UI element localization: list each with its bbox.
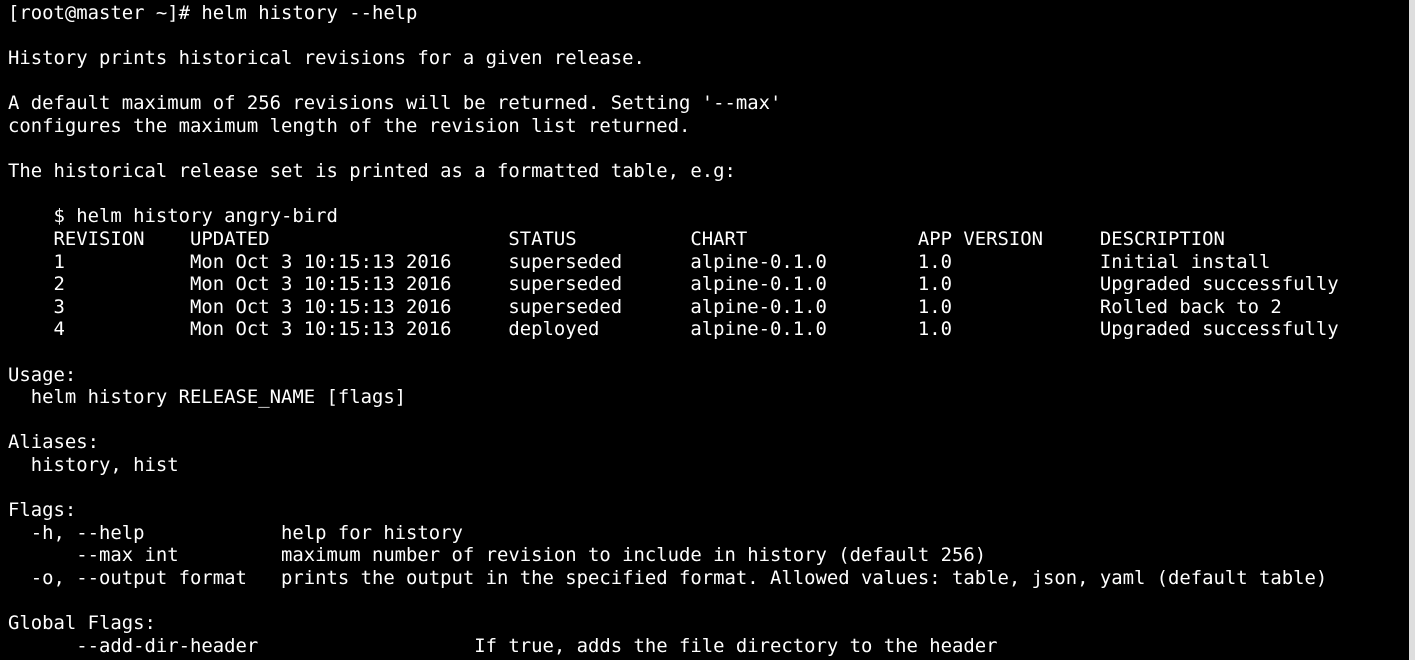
help-description-line: A default maximum of 256 revisions will … [8, 92, 782, 115]
help-description-line: The historical release set is printed as… [8, 160, 736, 183]
window-right-edge [1409, 0, 1415, 660]
example-table-row: 4 Mon Oct 3 10:15:13 2016 deployed alpin… [8, 318, 1339, 341]
flag-line: --max int maximum number of revision to … [8, 544, 987, 567]
flag-line: -h, --help help for history [8, 521, 463, 544]
flag-line: -o, --output format prints the output in… [8, 566, 1328, 589]
terminal-output[interactable]: [root@master ~]# helm history --help His… [8, 2, 1408, 658]
example-table-row: 1 Mon Oct 3 10:15:13 2016 superseded alp… [8, 250, 1271, 273]
usage-line: helm history RELEASE_NAME [flags] [8, 386, 407, 409]
example-command: $ helm history angry-bird [8, 205, 338, 228]
command-prompt-line: [root@master ~]# helm history --help [8, 2, 418, 24]
help-summary: History prints historical revisions for … [8, 47, 645, 70]
aliases-line: history, hist [8, 453, 179, 476]
section-heading-global-flags: Global Flags: [8, 612, 156, 635]
section-heading-flags: Flags: [8, 499, 77, 522]
example-table-header: REVISION UPDATED STATUS CHART APP VERSIO… [8, 227, 1225, 250]
section-heading-aliases: Aliases: [8, 431, 99, 454]
section-heading-usage: Usage: [8, 363, 77, 386]
help-description-line: configures the maximum length of the rev… [8, 114, 691, 137]
flag-line: --add-dir-header If true, adds the file … [8, 634, 998, 657]
example-table-row: 3 Mon Oct 3 10:15:13 2016 superseded alp… [8, 295, 1282, 318]
example-table-row: 2 Mon Oct 3 10:15:13 2016 superseded alp… [8, 273, 1339, 296]
